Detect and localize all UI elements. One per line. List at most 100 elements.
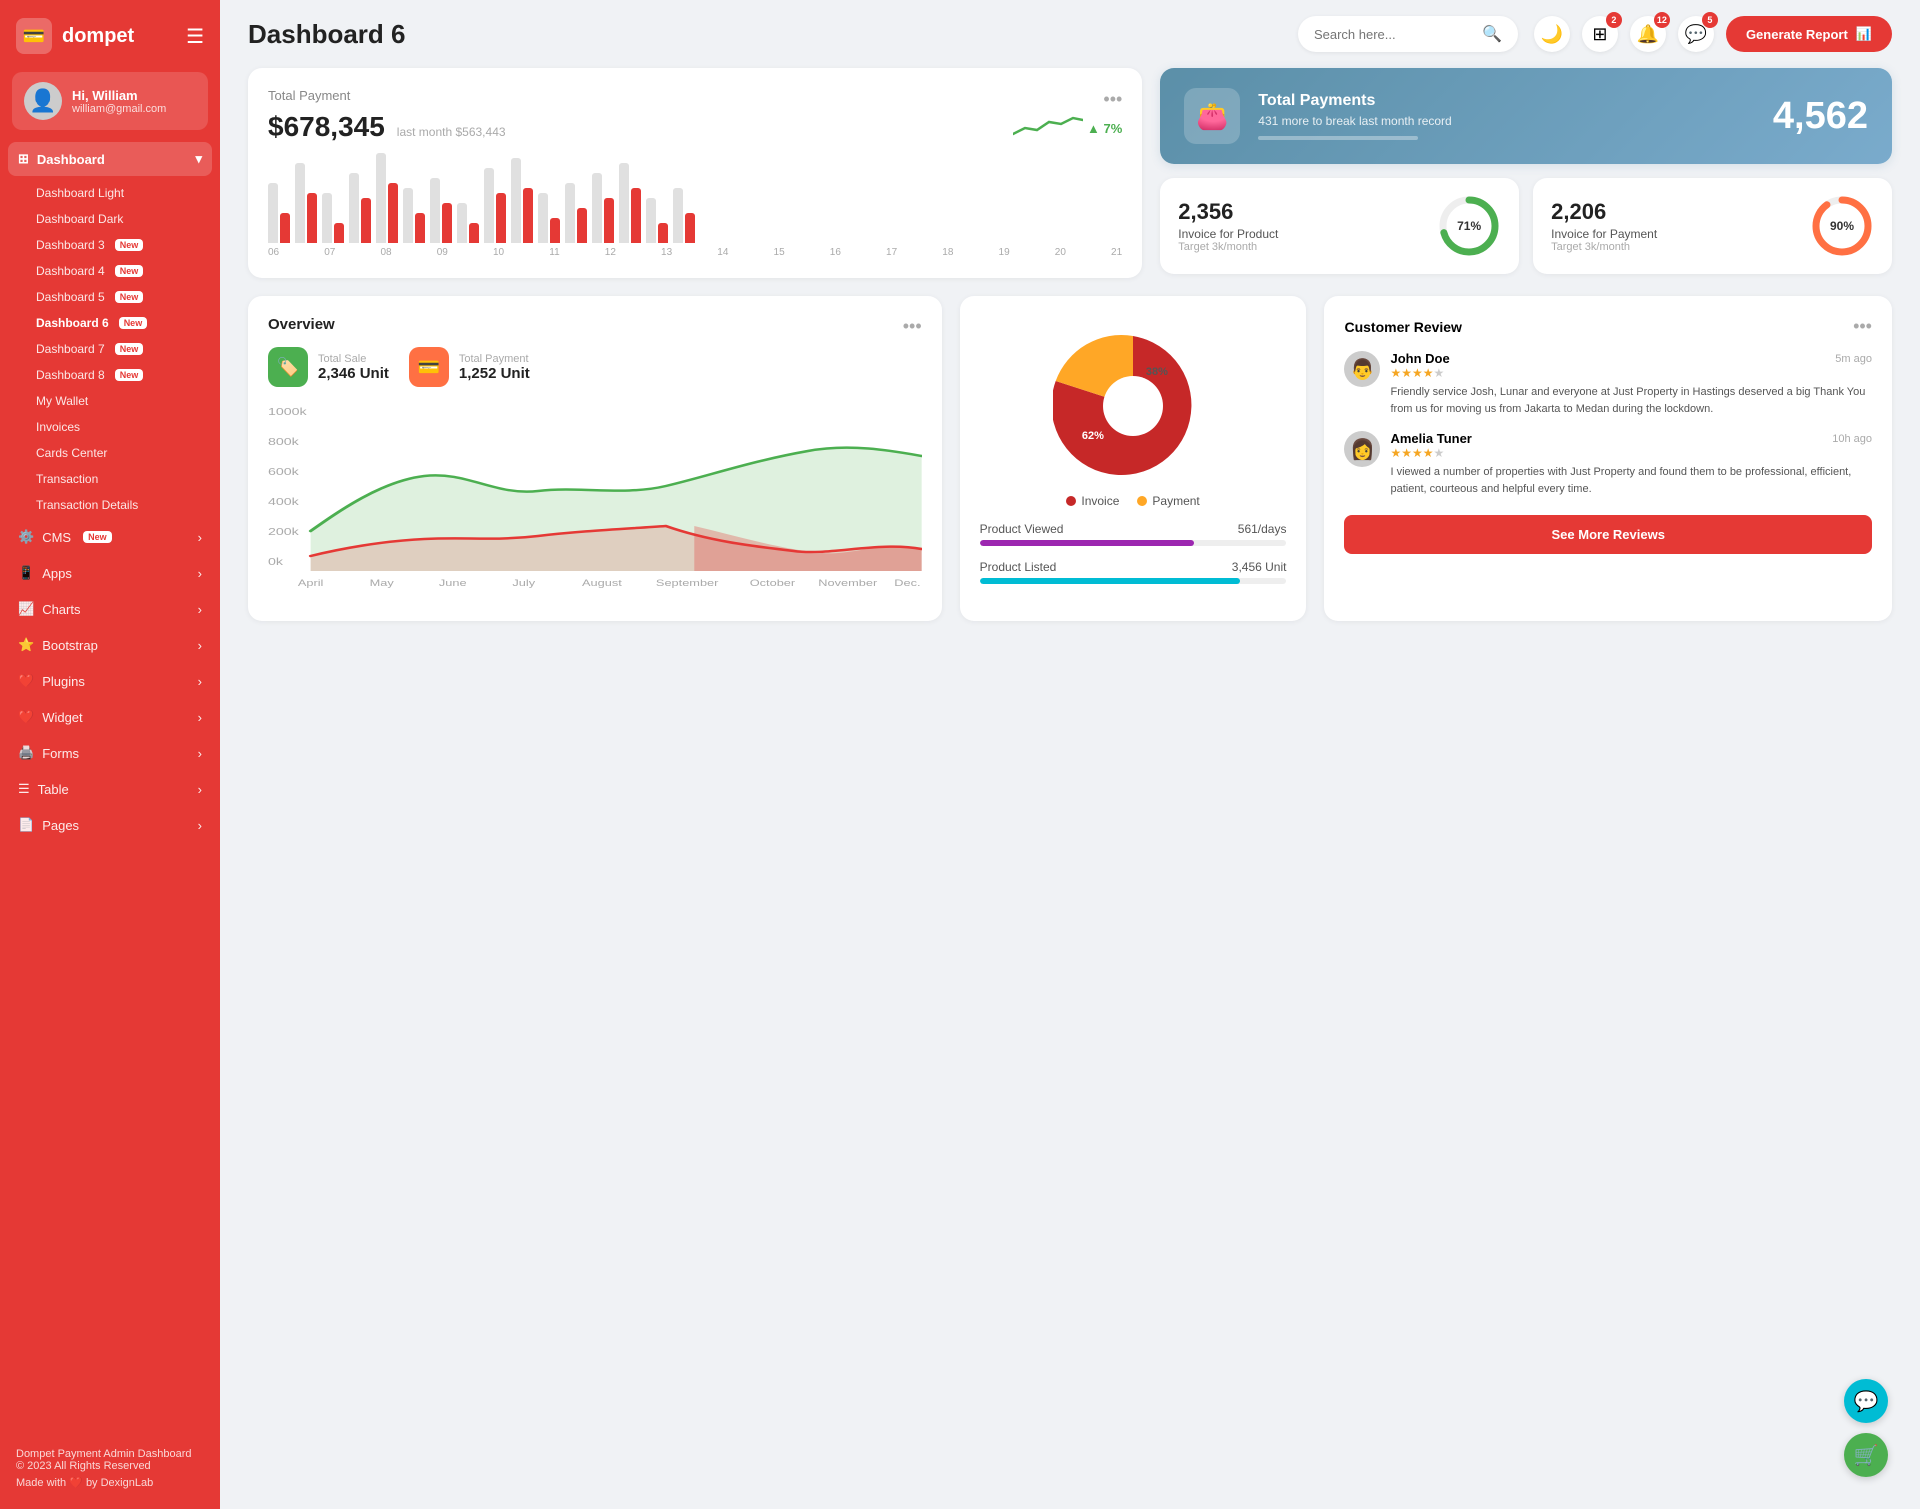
sidebar-nav-bootstrap[interactable]: ⭐Bootstrap› — [8, 628, 212, 662]
bar-group — [511, 158, 533, 243]
reviewer-avatar-2: 👩 — [1344, 431, 1380, 467]
total-payments-blue-card: 👛 Total Payments 431 more to break last … — [1160, 68, 1892, 164]
bar-group — [484, 168, 506, 243]
sidebar-item-cards-center[interactable]: Cards Center — [26, 440, 212, 466]
theme-toggle-button[interactable]: 🌙 — [1534, 16, 1570, 52]
sidebar-nav-charts[interactable]: 📈Charts› — [8, 592, 212, 626]
sidebar-nav-widget[interactable]: ❤️Widget› — [8, 700, 212, 734]
sidebar-item-transaction[interactable]: Transaction — [26, 466, 212, 492]
sidebar-user: 👤 Hi, William william@gmail.com — [12, 72, 208, 130]
invoice-product-card: 2,356 Invoice for Product Target 3k/mont… — [1160, 178, 1519, 274]
sparkline-chart — [1013, 114, 1083, 142]
bar-label: 12 — [605, 247, 616, 258]
bar-label: 18 — [942, 247, 953, 258]
bar-red — [550, 218, 560, 243]
sidebar-nav-cms[interactable]: ⚙️CMSNew› — [8, 520, 212, 554]
bar-gray — [619, 163, 629, 243]
chat-fab-icon: 💬 — [1854, 1389, 1879, 1414]
overview-more-icon[interactable]: ••• — [903, 316, 922, 337]
hamburger-icon[interactable]: ☰ — [186, 24, 204, 49]
product-listed-fill — [980, 578, 1241, 584]
bar-label: 11 — [549, 247, 559, 258]
review-more-icon[interactable]: ••• — [1853, 316, 1872, 337]
bar-gray — [484, 168, 494, 243]
svg-text:October: October — [750, 579, 796, 589]
search-input[interactable] — [1314, 27, 1474, 42]
bar-gray — [322, 193, 332, 243]
sidebar-item-dashboard-3[interactable]: Dashboard 3New — [26, 232, 212, 258]
sidebar-item-dashboard-6[interactable]: Dashboard 6New — [26, 310, 212, 336]
dashboard-menu-parent[interactable]: ⊞ Dashboard ▾ — [8, 142, 212, 176]
pie-label-62: 62% — [1082, 430, 1104, 442]
bar-group — [565, 183, 587, 243]
header-icons: 🌙 ⊞ 2 🔔 12 💬 5 Generate Report 📊 — [1534, 16, 1892, 52]
chat-fab-button[interactable]: 💬 — [1844, 1379, 1888, 1423]
bell-button[interactable]: 🔔 12 — [1630, 16, 1666, 52]
review-time-1: 5m ago — [1835, 353, 1872, 365]
sidebar-item-transaction-details[interactable]: Transaction Details — [26, 492, 212, 518]
invoice-product-label: Invoice for Product — [1178, 227, 1425, 241]
sidebar-nav-apps[interactable]: 📱Apps› — [8, 556, 212, 590]
bar-group — [538, 193, 560, 243]
sidebar-nav-table[interactable]: ☰Table› — [8, 772, 212, 806]
sidebar-nav-pages[interactable]: 📄Pages› — [8, 808, 212, 842]
cart-fab-button[interactable]: 🛒 — [1844, 1433, 1888, 1477]
pie-chart: 62% 38% — [1053, 326, 1213, 486]
sidebar-item-dashboard-4[interactable]: Dashboard 4New — [26, 258, 212, 284]
total-sale-value: 2,346 Unit — [318, 365, 389, 382]
product-stats: Product Viewed 561/days Product Listed 3… — [980, 522, 1287, 598]
grid-badge: 2 — [1606, 12, 1622, 28]
bar-gray — [565, 183, 575, 243]
overview-title: Overview — [268, 316, 335, 333]
nav-menu: ⚙️CMSNew›📱Apps›📈Charts›⭐Bootstrap›❤️Plug… — [0, 520, 220, 844]
chat-button[interactable]: 💬 5 — [1678, 16, 1714, 52]
sidebar-item-dashboard-8[interactable]: Dashboard 8New — [26, 362, 212, 388]
user-name: Hi, William — [72, 88, 166, 103]
sidebar-item-dashboard-light[interactable]: Dashboard Light — [26, 180, 212, 206]
see-more-reviews-button[interactable]: See More Reviews — [1344, 515, 1872, 554]
bar-red — [496, 193, 506, 243]
bar-gray — [538, 193, 548, 243]
bar-label: 15 — [774, 247, 785, 258]
grid-icon: ⊞ — [1592, 24, 1607, 45]
bar-label: 17 — [886, 247, 897, 258]
sidebar-item-dashboard-7[interactable]: Dashboard 7New — [26, 336, 212, 362]
chevron-down-icon: ▾ — [195, 151, 202, 167]
sale-icon: 🏷️ — [268, 347, 308, 387]
svg-text:1000k: 1000k — [268, 406, 308, 417]
pie-label-38: 38% — [1146, 366, 1168, 378]
logo-text: dompet — [62, 25, 134, 48]
sidebar-item-dashboard-5[interactable]: Dashboard 5New — [26, 284, 212, 310]
bell-badge: 12 — [1654, 12, 1670, 28]
search-bar: 🔍 — [1298, 16, 1518, 52]
bar-label: 14 — [717, 247, 728, 258]
total-payment-label: Total Payment — [459, 353, 530, 365]
invoice-payment-label: Invoice for Payment — [1551, 227, 1798, 241]
page-title: Dashboard 6 — [248, 19, 1282, 50]
invoice-payment-card: 2,206 Invoice for Payment Target 3k/mont… — [1533, 178, 1892, 274]
more-options-icon[interactable]: ••• — [1103, 89, 1122, 110]
sidebar-item-invoices[interactable]: Invoices — [26, 414, 212, 440]
review-text-1: Friendly service Josh, Lunar and everyon… — [1390, 384, 1872, 417]
svg-text:May: May — [370, 579, 395, 589]
bar-group — [457, 203, 479, 243]
sidebar-item-dashboard-dark[interactable]: Dashboard Dark — [26, 206, 212, 232]
chat-icon: 💬 — [1685, 24, 1707, 45]
bar-chart: 06070809101112131415161718192021 — [268, 153, 1122, 258]
sidebar-footer: Dompet Payment Admin Dashboard © 2023 Al… — [0, 1432, 220, 1493]
blue-card-sub: 431 more to break last month record — [1258, 114, 1755, 128]
review-item: 👨 John Doe 5m ago ★★★★★ Friendly service… — [1344, 351, 1872, 417]
search-icon: 🔍 — [1482, 24, 1502, 44]
bar-red — [577, 208, 587, 243]
payment-icon: 💳 — [409, 347, 449, 387]
product-viewed-row: Product Viewed 561/days — [980, 522, 1287, 546]
reviewer-name-1: John Doe — [1390, 351, 1449, 366]
overview-card: Overview ••• 🏷️ Total Sale 2,346 Unit 💳 — [248, 296, 942, 621]
invoice-product-target: Target 3k/month — [1178, 241, 1425, 253]
grid-button[interactable]: ⊞ 2 — [1582, 16, 1618, 52]
sidebar-nav-forms[interactable]: 🖨️Forms› — [8, 736, 212, 770]
sidebar-nav-plugins[interactable]: ❤️Plugins› — [8, 664, 212, 698]
sidebar-item-my-wallet[interactable]: My Wallet — [26, 388, 212, 414]
generate-report-button[interactable]: Generate Report 📊 — [1726, 16, 1892, 52]
bar-label: 20 — [1055, 247, 1066, 258]
